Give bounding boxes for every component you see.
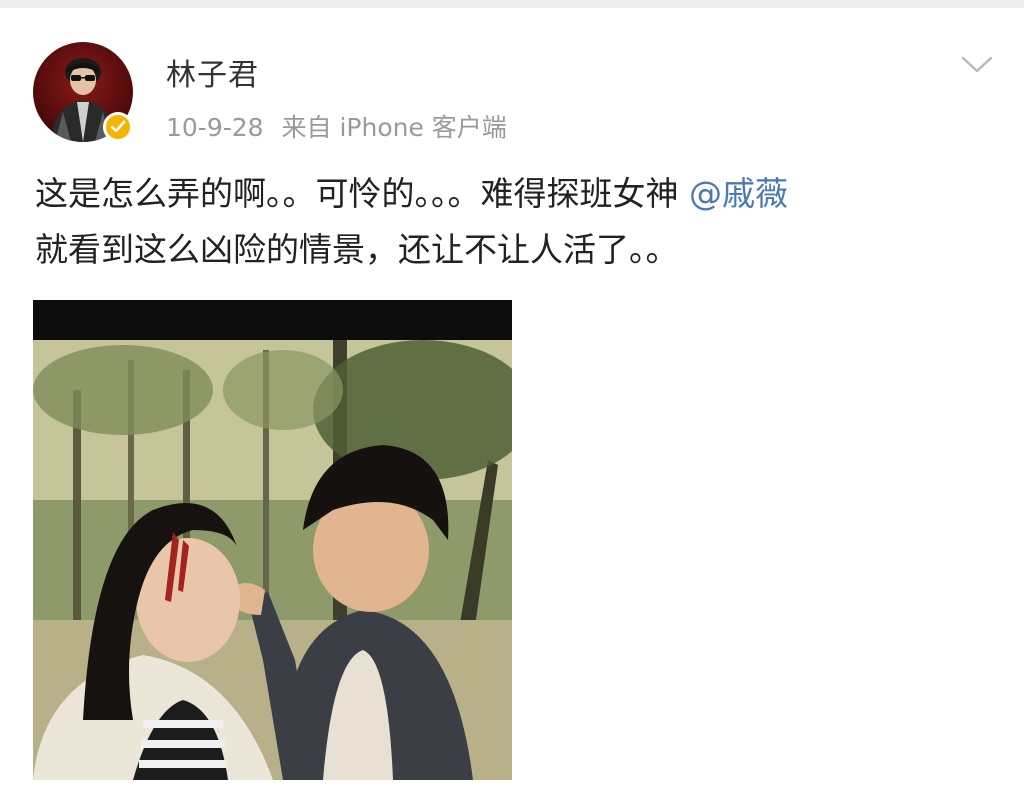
post-date: 10-9-28 bbox=[166, 113, 264, 142]
top-divider bbox=[0, 0, 1024, 8]
post-text-part2: 就看到这么凶险的情景，还让不让人活了。。 bbox=[35, 230, 679, 269]
post-text-part1: 这是怎么弄的啊。。可怜的。。。难得探班女神 bbox=[35, 174, 679, 213]
photo-image bbox=[33, 300, 512, 780]
post-photo[interactable] bbox=[33, 300, 512, 780]
post-meta: 10-9-28 来自 iPhone 客户端 bbox=[166, 108, 517, 144]
post-text: 这是怎么弄的啊。。可怜的。。。难得探班女神 @戚薇 就看到这么凶险的情景，还让不让… bbox=[35, 166, 995, 278]
verified-badge-icon bbox=[103, 112, 133, 142]
mention-link[interactable]: @戚薇 bbox=[689, 174, 788, 213]
author-name[interactable]: 林子君 bbox=[166, 50, 259, 94]
chevron-down-icon[interactable] bbox=[960, 54, 994, 76]
post-source: 来自 iPhone 客户端 bbox=[281, 113, 507, 142]
